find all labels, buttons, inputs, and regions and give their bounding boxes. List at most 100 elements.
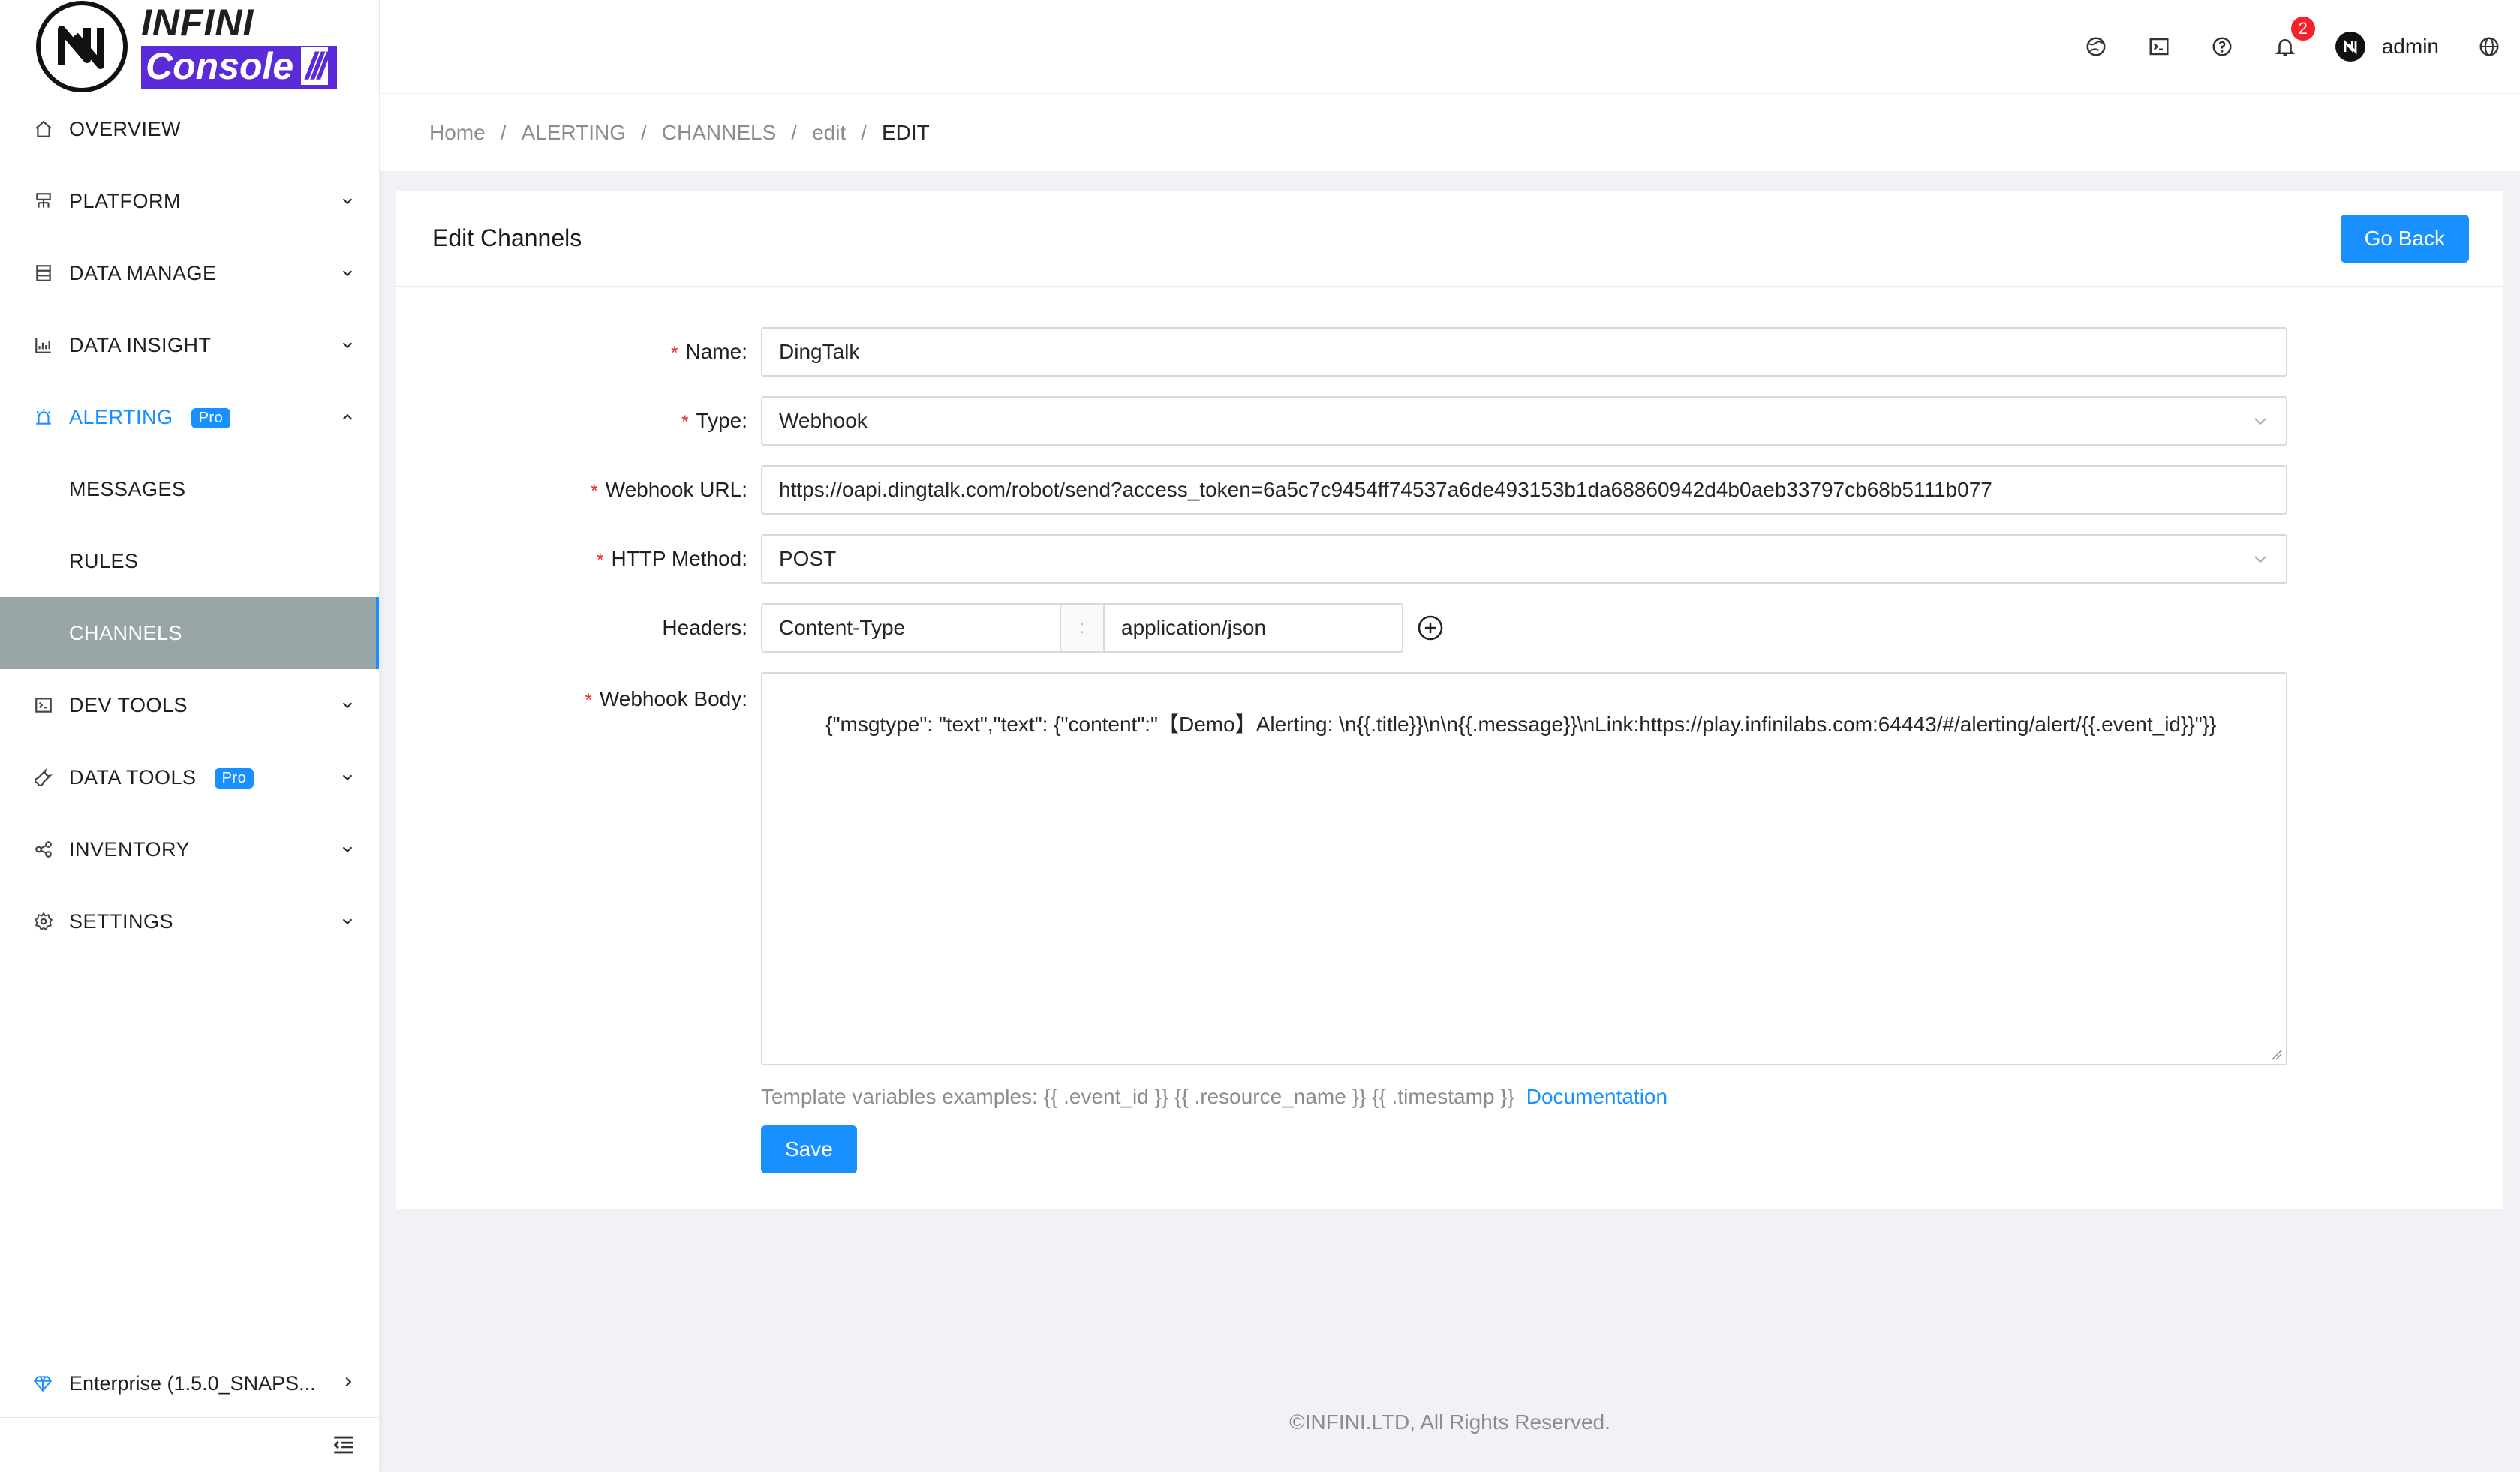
webhook-body-textarea[interactable]: {"msgtype": "text","text": {"content":"【… <box>761 672 2287 1065</box>
sidebar-item-label: MESSAGES <box>69 477 186 500</box>
http-method-select[interactable]: POST <box>761 534 2287 584</box>
alarm-icon <box>33 407 54 428</box>
sidebar-item-label: SETTINGS <box>69 909 174 933</box>
sidebar-item-channels[interactable]: CHANNELS <box>0 597 379 669</box>
form-row-body: * Webhook Body: {"msgtype": "text","text"… <box>396 672 2503 1065</box>
sidebar-item-data-tools[interactable]: DATA TOOLS Pro <box>0 741 379 813</box>
brand-line2: Console /// <box>141 46 337 89</box>
sidebar-item-label: DATA MANAGE <box>69 261 217 284</box>
type-label-text: Type <box>696 409 742 432</box>
breadcrumb-current: EDIT <box>882 120 930 144</box>
webhook-url-input[interactable]: https://oapi.dingtalk.com/robot/send?acc… <box>761 465 2287 515</box>
breadcrumb: Home / ALERTING / CHANNELS / edit / EDIT <box>380 93 2520 171</box>
sidebar-item-label: DATA INSIGHT <box>69 333 212 356</box>
method-label-text: HTTP Method <box>611 547 742 570</box>
label-colon: : <box>741 478 747 501</box>
sidebar-item-dev-tools[interactable]: DEV TOOLS <box>0 669 379 741</box>
breadcrumb-separator: / <box>791 120 798 144</box>
help-icon[interactable] <box>2209 34 2235 59</box>
page-title: Edit Channels <box>432 224 582 251</box>
user-menu[interactable]: admin <box>2335 32 2439 62</box>
sidebar-item-data-insight[interactable]: DATA INSIGHT <box>0 309 379 381</box>
add-header-icon[interactable] <box>1415 613 1445 643</box>
required-mark: * <box>591 481 598 501</box>
sidebar-item-label: ALERTING Pro <box>69 406 338 429</box>
required-mark: * <box>585 690 592 710</box>
header-separator: : <box>1061 603 1103 653</box>
collapse-sidebar <box>0 1418 379 1472</box>
http-method-value: POST <box>779 547 837 570</box>
console-icon[interactable] <box>2146 34 2172 59</box>
save-button[interactable]: Save <box>761 1125 857 1173</box>
sidebar-item-settings[interactable]: SETTINGS <box>0 885 379 957</box>
sidebar-item-platform[interactable]: PLATFORM <box>0 165 379 237</box>
sidebar-item-label: RULES <box>69 549 139 572</box>
chevron-down-icon <box>338 192 356 210</box>
chevron-up-icon <box>338 408 356 426</box>
sidebar-item-messages[interactable]: MESSAGES <box>0 453 379 525</box>
sidebar-item-rules[interactable]: RULES <box>0 525 379 597</box>
documentation-link[interactable]: Documentation <box>1526 1085 1667 1108</box>
language-globe-icon[interactable] <box>2476 34 2502 59</box>
breadcrumb-channels[interactable]: CHANNELS <box>662 121 776 145</box>
breadcrumb-home[interactable]: Home <box>429 121 486 145</box>
name-input[interactable]: DingTalk <box>761 327 2287 377</box>
required-mark: * <box>681 412 689 432</box>
chevron-down-icon <box>338 840 356 858</box>
template-help-text: Template variables examples: {{ .event_i… <box>761 1085 2503 1109</box>
headers-label-text: Headers <box>662 616 742 639</box>
header-key-input[interactable]: Content-Type <box>761 603 1061 653</box>
sidebar-item-label: DATA TOOLS Pro <box>69 766 338 789</box>
sidebar-item-alerting[interactable]: ALERTING Pro <box>0 381 379 453</box>
footer-copyright: ©INFINI.LTD, All Rights Reserved. <box>1289 1410 1610 1434</box>
webhook-url-value: https://oapi.dingtalk.com/robot/send?acc… <box>779 478 1992 501</box>
breadcrumb-separator: / <box>641 120 647 144</box>
chevron-down-icon <box>2251 550 2269 568</box>
type-label: * Type: <box>396 409 761 433</box>
notification-count-badge: 2 <box>2288 14 2317 43</box>
header-value-input[interactable]: application/json <box>1103 603 1403 653</box>
required-mark: * <box>671 343 678 363</box>
pro-badge: Pro <box>214 768 254 789</box>
brand-text: INFINI Console /// <box>141 4 337 89</box>
webhook-body-value: {"msgtype": "text","text": {"content":"【… <box>825 713 2217 736</box>
bell-icon[interactable]: 2 <box>2272 14 2317 59</box>
name-value: DingTalk <box>779 340 860 363</box>
label-colon: : <box>741 547 747 570</box>
brand-line1: INFINI <box>141 2 254 44</box>
form-row-method: * HTTP Method: POST <box>396 534 2503 584</box>
edit-channel-card: Edit Channels Go Back * Name: DingTalk * T… <box>396 191 2503 1209</box>
version-info[interactable]: Enterprise (1.5.0_SNAPS... <box>0 1350 379 1418</box>
brand-console-text: Console <box>146 45 294 87</box>
chevron-down-icon <box>338 264 356 282</box>
sidebar-item-data-manage[interactable]: DATA MANAGE <box>0 237 379 309</box>
sidebar-item-overview[interactable]: OVERVIEW <box>0 93 379 165</box>
body-label: * Webhook Body: <box>396 672 761 711</box>
headers-group: Content-Type : application/json <box>761 603 1445 653</box>
tool-icon <box>33 767 54 788</box>
form-row-url: * Webhook URL: https://oapi.dingtalk.com/… <box>396 465 2503 515</box>
pro-badge: Pro <box>191 407 231 428</box>
menu-fold-icon[interactable] <box>331 1432 356 1458</box>
chevron-right-icon <box>340 1372 356 1395</box>
cluster-globe-icon[interactable] <box>2083 34 2109 59</box>
breadcrumb-separator: / <box>500 120 507 144</box>
required-mark: * <box>597 550 604 570</box>
form-row-type: * Type: Webhook <box>396 396 2503 446</box>
breadcrumb-alerting[interactable]: ALERTING <box>521 121 626 145</box>
url-label: * Webhook URL: <box>396 478 761 502</box>
go-back-button[interactable]: Go Back <box>2340 214 2469 263</box>
topbar: 2 admin <box>380 0 2520 93</box>
sidebar-item-inventory[interactable]: INVENTORY <box>0 813 379 885</box>
brand-logo[interactable]: INFINI Console /// <box>0 0 379 93</box>
resize-grip-icon[interactable] <box>2269 1047 2283 1061</box>
headers-label: Headers: <box>396 616 761 640</box>
save-row: Save <box>761 1125 2503 1173</box>
method-label: * HTTP Method: <box>396 547 761 571</box>
type-select[interactable]: Webhook <box>761 396 2287 446</box>
terminal-icon <box>33 695 54 716</box>
breadcrumb-edit[interactable]: edit <box>812 121 846 145</box>
sidebar-item-label: CHANNELS <box>69 621 183 644</box>
username: admin <box>2381 35 2439 58</box>
form-row-headers: Headers: Content-Type : application/json <box>396 603 2503 653</box>
